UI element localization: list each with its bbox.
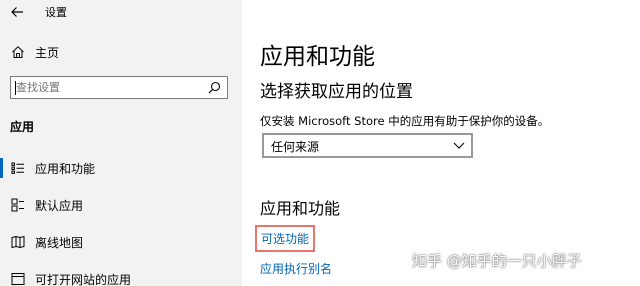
sidebar: 设置 主页 应用 应用和功能 [0, 0, 242, 286]
choose-location-heading: 选择获取应用的位置 [260, 82, 413, 102]
nav-home-label: 主页 [35, 46, 60, 60]
sidebar-item-label: 离线地图 [35, 236, 84, 250]
website-apps-icon [11, 273, 25, 285]
search-input[interactable] [16, 79, 202, 96]
title-bar: 设置 [0, 0, 242, 24]
back-arrow-icon [11, 7, 23, 17]
page-title: 应用和功能 [260, 44, 375, 70]
main-content: 应用和功能 选择获取应用的位置 仅安装 Microsoft Store 中的应用… [242, 0, 640, 286]
watermark: 知乎 @知乎的一只小胖子 [412, 252, 582, 270]
offline-maps-icon [11, 235, 25, 249]
active-indicator [0, 158, 3, 178]
home-icon [12, 46, 24, 58]
optional-features-link[interactable]: 可选功能 [255, 225, 316, 252]
app-title: 设置 [45, 6, 67, 19]
chevron-down-icon [453, 142, 465, 149]
default-apps-icon [11, 198, 24, 212]
search-icon[interactable] [208, 81, 221, 94]
execution-alias-link[interactable]: 应用执行别名 [260, 260, 332, 277]
app-source-dropdown[interactable]: 任何来源 [262, 133, 473, 158]
sidebar-item-label: 默认应用 [35, 199, 84, 213]
sidebar-item-default-apps[interactable]: 默认应用 [0, 192, 242, 218]
section-label-apps: 应用 [10, 120, 35, 134]
settings-window: 设置 主页 应用 应用和功能 [0, 0, 640, 286]
choose-location-description: 仅安装 Microsoft Store 中的应用有助于保护你的设备。 [260, 114, 550, 128]
sidebar-item-website-apps[interactable]: 可打开网站的应用 [0, 266, 242, 286]
search-box[interactable] [10, 76, 228, 99]
apps-features-heading: 应用和功能 [260, 199, 341, 218]
sidebar-item-label: 应用和功能 [35, 162, 96, 176]
sidebar-item-apps-features[interactable]: 应用和功能 [0, 155, 242, 181]
dropdown-value: 任何来源 [271, 140, 320, 154]
apps-list-icon [11, 162, 24, 174]
nav-home[interactable]: 主页 [0, 40, 242, 64]
sidebar-item-label: 可打开网站的应用 [35, 273, 132, 286]
back-button[interactable] [8, 3, 28, 21]
sidebar-item-offline-maps[interactable]: 离线地图 [0, 229, 242, 255]
